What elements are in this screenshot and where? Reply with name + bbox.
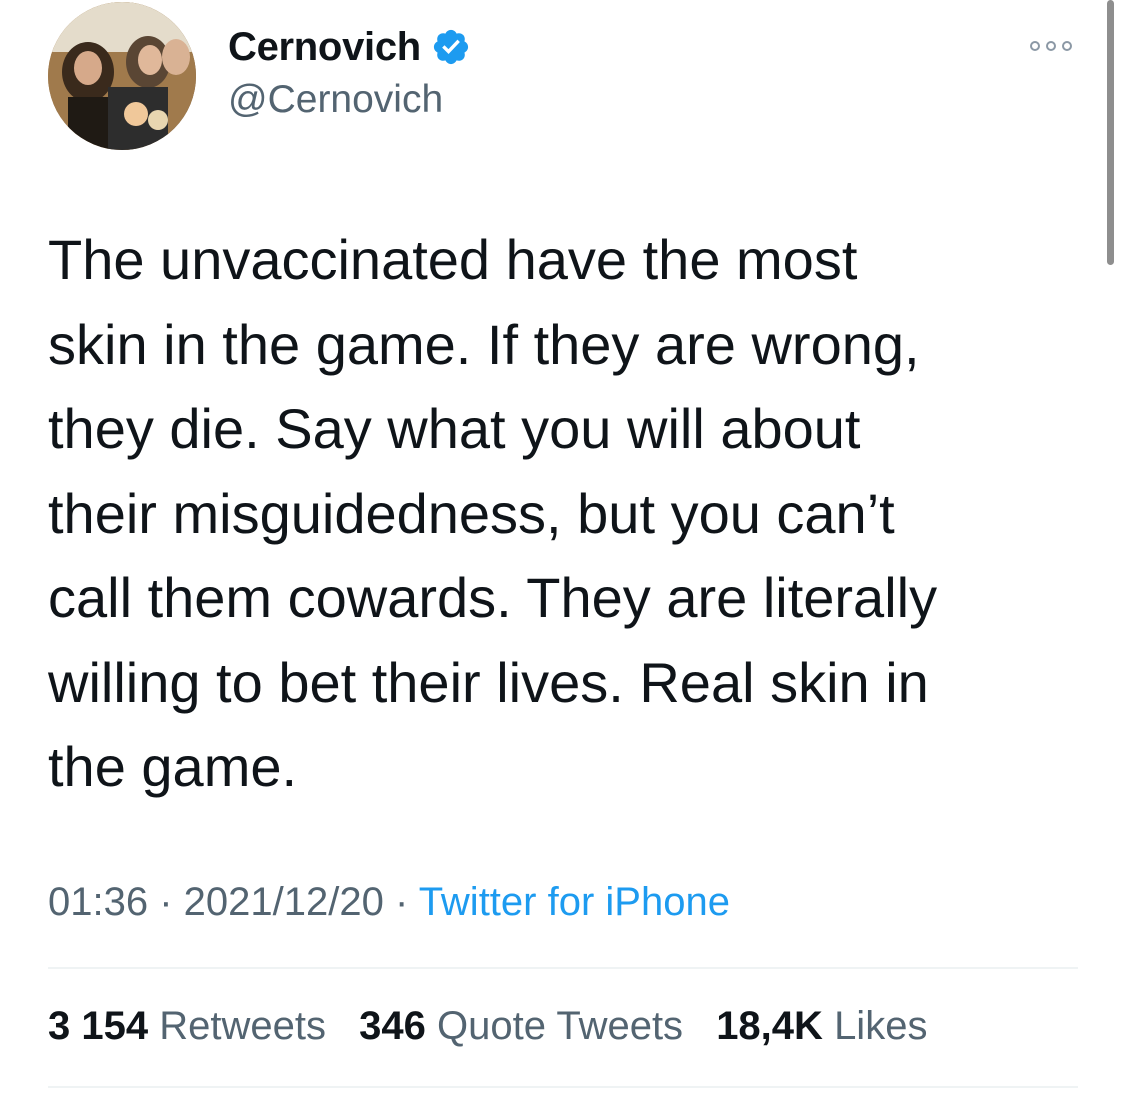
tweet-stats: 3 154 Retweets 346 Quote Tweets 18,4K Li…: [48, 1004, 949, 1049]
meta-separator: ·: [148, 880, 184, 924]
tweet-time[interactable]: 01:36: [48, 880, 148, 924]
profile-photo-icon: [48, 2, 196, 150]
likes-label: Likes: [834, 1004, 928, 1048]
retweets-count: 3 154: [48, 1004, 149, 1048]
likes-stat[interactable]: 18,4K Likes: [716, 1004, 927, 1048]
meta-separator: ·: [383, 880, 419, 924]
author-name-row[interactable]: Cernovich: [228, 22, 471, 72]
tweet-source-link[interactable]: Twitter for iPhone: [419, 880, 730, 924]
avatar[interactable]: [48, 2, 196, 150]
divider: [48, 1086, 1078, 1088]
divider: [48, 967, 1078, 969]
verified-badge-icon: [431, 27, 471, 67]
display-name[interactable]: Cernovich: [228, 25, 421, 70]
quote-tweets-stat[interactable]: 346 Quote Tweets: [359, 1004, 683, 1048]
retweets-label: Retweets: [159, 1004, 326, 1048]
more-options-icon[interactable]: [1028, 36, 1074, 56]
scrollbar[interactable]: [1107, 0, 1114, 265]
retweets-stat[interactable]: 3 154 Retweets: [48, 1004, 326, 1048]
tweet-meta: 01:36 · 2021/12/20 · Twitter for iPhone: [48, 880, 730, 925]
quote-tweets-count: 346: [359, 1004, 426, 1048]
author-handle[interactable]: @Cernovich: [228, 78, 443, 122]
tweet-text: The unvaccinated have the most skin in t…: [48, 228, 938, 798]
quote-tweets-label: Quote Tweets: [436, 1004, 684, 1048]
tweet-card: Cernovich @Cernovich The unvaccinated ha…: [0, 0, 1125, 1093]
likes-count: 18,4K: [716, 1004, 823, 1048]
tweet-date[interactable]: 2021/12/20: [184, 880, 384, 924]
